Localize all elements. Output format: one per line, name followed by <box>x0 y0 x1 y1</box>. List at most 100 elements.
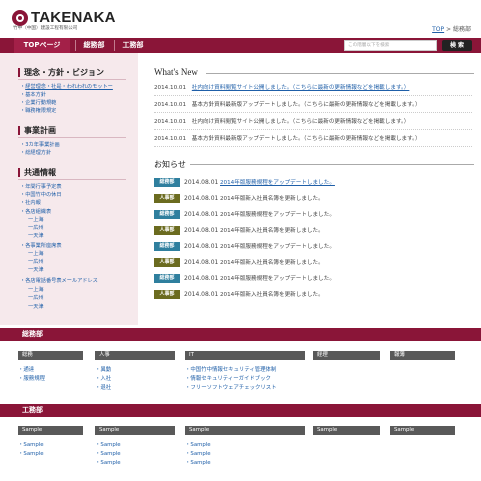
koumu-link[interactable]: ・Sample <box>18 440 44 448</box>
soumu-link[interactable]: ・入社 <box>95 374 111 382</box>
notice-date: 2014.08.01 <box>184 179 219 186</box>
search-button[interactable]: 検 索 <box>442 40 472 51</box>
soumu-link[interactable]: ・通達 <box>18 365 34 373</box>
news-item: 2014.10.01 社内向け資料閲覧サイト公開しました。（こちらに最新の更新情… <box>154 80 472 96</box>
notice-dept-badge: 総務部 <box>154 242 180 251</box>
news-text: 基本方針資料最新版アップデートしました。（こちらに最新の更新情報などを掲載します… <box>191 102 421 108</box>
notice-text: 2014年版服務規程をアップデートしました。 <box>220 244 335 250</box>
notice-date: 2014.08.01 <box>184 211 219 218</box>
notice-date: 2014.08.01 <box>184 291 219 298</box>
notices-rule <box>190 164 474 165</box>
sidebar-sublink[interactable]: 一上海 <box>28 286 44 293</box>
sidebar-sublink[interactable]: 一天津 <box>28 303 44 310</box>
notices-title: お知らせ <box>154 160 186 169</box>
koumu-col-head: Sample <box>390 426 455 435</box>
koumu-link[interactable]: ・Sample <box>95 458 121 466</box>
notice-dept-badge: 総務部 <box>154 210 180 219</box>
koumu-link[interactable]: ・Sample <box>185 449 211 457</box>
notice-item: 総務部 2014.08.01 2014年版服務規程をアップデートしました。 <box>154 240 472 254</box>
whats-new-rule <box>206 73 474 74</box>
koumu-link[interactable]: ・Sample <box>18 449 44 457</box>
koumu-section-header: 工務部 <box>0 404 481 417</box>
sidebar-sublink[interactable]: 一広州 <box>28 258 44 265</box>
soumu-link[interactable]: ・フリーソフトウェアチェックリスト <box>185 383 277 391</box>
sidebar-link[interactable]: ・社内報 <box>20 199 41 206</box>
notice-text: 2014年版服務規程をアップデートしました。 <box>220 212 335 218</box>
sidebar-sublink[interactable]: 一上海 <box>28 250 44 257</box>
sidebar-sublink[interactable]: 一広州 <box>28 294 44 301</box>
news-link[interactable]: 社内向け資料閲覧サイト公開しました。（こちらに最新の更新情報などを掲載します。） <box>192 85 410 91</box>
sidebar-link[interactable]: ・年間行事予定表 <box>20 183 62 190</box>
sidebar-divider <box>18 137 126 138</box>
soumu-link[interactable]: ・退社 <box>95 383 111 391</box>
notice-date: 2014.08.01 <box>184 243 219 250</box>
koumu-link[interactable]: ・Sample <box>185 440 211 448</box>
global-nav: TOPページ 総務部 工務部 検 索 <box>0 38 481 53</box>
sidebar-link[interactable]: ・基本方針 <box>20 91 46 98</box>
soumu-col-head: 総務 <box>18 351 83 360</box>
news-item: 2014.10.01 基本方針資料最新版アップデートしました。（こちらに最新の更… <box>154 97 472 113</box>
notice-item: 総務部 2014.08.01 2014年版服務規程をアップデートしました。 <box>154 272 472 286</box>
soumu-col-head: IT <box>185 351 305 360</box>
news-text: 基本方針資料最新版アップデートしました。（こちらに最新の更新情報などを掲載します… <box>191 136 421 142</box>
sidebar-link[interactable]: ・中国竹中の休日 <box>20 191 62 198</box>
nav-soumu[interactable]: 総務部 <box>78 38 110 53</box>
nav-divider <box>75 40 76 51</box>
notice-link[interactable]: 2014年版服務規程をアップデートしました。 <box>220 180 335 186</box>
news-date: 2014.10.01 <box>154 119 187 125</box>
koumu-link[interactable]: ・Sample <box>185 458 211 466</box>
breadcrumb-separator: > <box>444 26 453 33</box>
soumu-link[interactable]: ・服務規程 <box>18 374 45 382</box>
notice-dept-badge: 人事部 <box>154 290 180 299</box>
koumu-link[interactable]: ・Sample <box>95 440 121 448</box>
sidebar-link[interactable]: ・各事業所座席表 <box>20 242 62 249</box>
koumu-col-head: Sample <box>18 426 83 435</box>
logo-subtitle: 竹中（中国）建設工程有限公司 <box>13 26 78 31</box>
sidebar-divider <box>18 179 126 180</box>
notice-item: 人事部 2014.08.01 2014年版新入社員名簿を更新しました。 <box>154 192 472 206</box>
nav-koumu[interactable]: 工務部 <box>117 38 149 53</box>
sidebar-link[interactable]: ・総経理方針 <box>20 149 51 156</box>
news-date: 2014.10.01 <box>154 102 187 108</box>
notice-text: 2014年版服務規程をアップデートしました。 <box>220 276 335 282</box>
soumu-col-head: 経理 <box>313 351 380 360</box>
news-date: 2014.10.01 <box>154 85 187 91</box>
notice-text: 2014年版新入社員名簿を更新しました。 <box>220 260 324 266</box>
logo-text: TAKENAKA <box>31 9 116 26</box>
notice-item: 人事部 2014.08.01 2014年版新入社員名簿を更新しました。 <box>154 256 472 270</box>
sidebar-heading-philosophy: 理念・方針・ビジョン <box>18 68 104 77</box>
news-item: 2014.10.01 基本方針資料最新版アップデートしました。（こちらに最新の更… <box>154 131 472 147</box>
search-input[interactable] <box>344 40 437 51</box>
sidebar-link[interactable]: ・企業行動規範 <box>20 99 56 106</box>
koumu-col-head: Sample <box>95 426 175 435</box>
sidebar-sublink[interactable]: 一広州 <box>28 224 44 231</box>
sidebar-divider <box>18 79 126 80</box>
notice-date: 2014.08.01 <box>184 275 219 282</box>
logo-mark-icon <box>12 9 28 26</box>
sidebar-sublink[interactable]: 一上海 <box>28 216 44 223</box>
sidebar-link[interactable]: ・各店組織表 <box>20 208 51 215</box>
soumu-link[interactable]: ・異動 <box>95 365 111 373</box>
koumu-link[interactable]: ・Sample <box>95 449 121 457</box>
sidebar-sublink[interactable]: 一天津 <box>28 266 44 273</box>
sidebar: 理念・方針・ビジョン ・経営理念・社是・われわれのモットー ・基本方針 ・企業行… <box>0 53 138 325</box>
soumu-link[interactable]: ・中国竹中情報セキュリティ管理体制 <box>185 365 276 373</box>
sidebar-link[interactable]: ・経営理念・社是・われわれのモットー <box>20 83 113 90</box>
notice-dept-badge: 人事部 <box>154 194 180 203</box>
sidebar-link[interactable]: ・各店電話番号表メールアドレス <box>20 277 98 284</box>
soumu-section-header: 総務部 <box>0 328 481 341</box>
sidebar-link[interactable]: ・職務権限規定 <box>20 107 56 114</box>
sidebar-heading-business-plan: 事業計画 <box>18 126 56 135</box>
notice-item: 総務部 2014.08.01 2014年版服務規程をアップデートしました。 <box>154 208 472 222</box>
sidebar-heading-common-info: 共通情報 <box>18 168 56 177</box>
breadcrumb-top-link[interactable]: TOP <box>432 26 444 33</box>
whats-new-title: What's New <box>154 67 198 77</box>
koumu-col-head: Sample <box>313 426 380 435</box>
soumu-link[interactable]: ・情報セキュリティーガイドブック <box>185 374 271 382</box>
site-header: TAKENAKA 竹中（中国）建設工程有限公司 TOP > 総務部 <box>0 0 481 38</box>
company-logo[interactable]: TAKENAKA <box>12 9 116 26</box>
nav-top-page[interactable]: TOPページ <box>14 38 70 53</box>
notice-date: 2014.08.01 <box>184 195 219 202</box>
sidebar-link[interactable]: ・3カ年事業計画 <box>20 141 60 148</box>
sidebar-sublink[interactable]: 一天津 <box>28 232 44 239</box>
